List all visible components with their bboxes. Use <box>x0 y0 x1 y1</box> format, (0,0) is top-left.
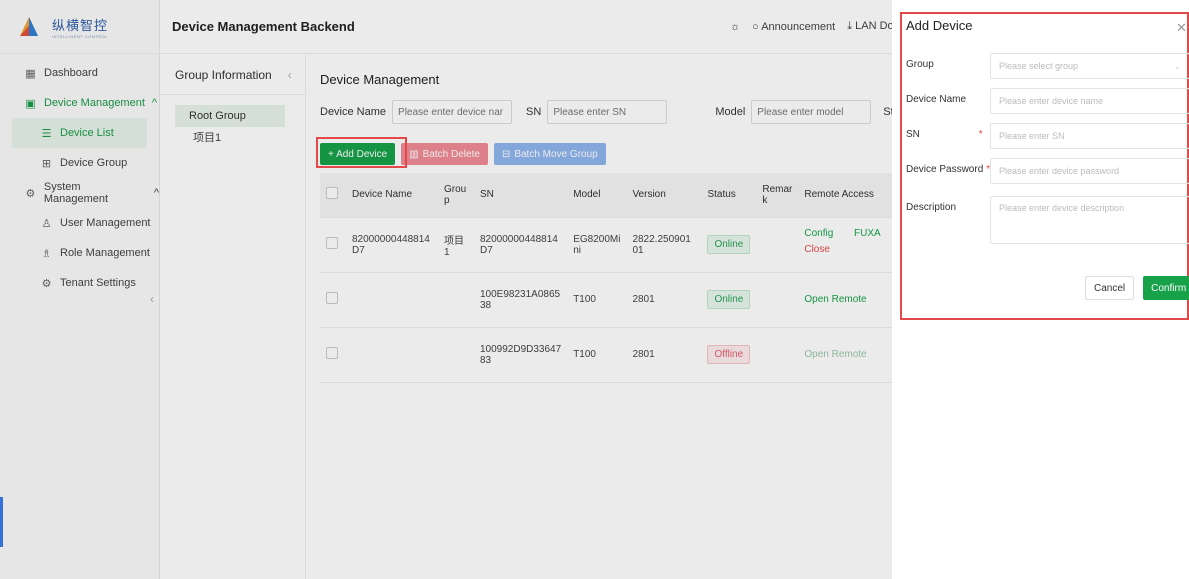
group-select-placeholder: Please select group <box>999 61 1079 71</box>
sn-placeholder: Please enter SN <box>999 131 1065 141</box>
required-mark: * <box>978 129 983 140</box>
device-password-field[interactable]: Please enter device password <box>990 158 1189 184</box>
add-device-highlight <box>316 137 407 168</box>
sn-field[interactable]: Please enter SN <box>990 123 1189 149</box>
sn-label-text: SN <box>906 129 920 140</box>
device-password-label: Device Password * <box>906 158 990 175</box>
group-select[interactable]: Please select group ⌄ <box>990 53 1189 79</box>
device-name-label: Device Name <box>906 94 967 105</box>
drawer-actions: Cancel Confirm <box>1085 276 1189 300</box>
drawer-title: Add Device <box>906 18 973 33</box>
modal-overlay[interactable] <box>0 0 892 579</box>
name-form-row: Device Name Please enter device name <box>906 88 1189 114</box>
sn-label: SN * <box>906 123 990 140</box>
confirm-button[interactable]: Confirm <box>1143 276 1189 300</box>
password-label-text: Device Password <box>906 164 984 175</box>
device-name-field[interactable]: Please enter device name <box>990 88 1189 114</box>
description-textarea[interactable]: Please enter device description <box>990 196 1189 244</box>
chevron-down-icon: ⌄ <box>1173 60 1181 71</box>
password-placeholder: Please enter device password <box>999 166 1120 176</box>
group-label: Group <box>906 59 934 70</box>
description-placeholder: Please enter device description <box>999 203 1125 213</box>
description-form-row: Description Please enter device descript… <box>906 196 1189 244</box>
group-form-row: Group Please select group ⌄ <box>906 53 1189 79</box>
description-label: Description <box>906 202 957 213</box>
cancel-button[interactable]: Cancel <box>1085 276 1135 300</box>
close-icon[interactable]: ✕ <box>1176 20 1187 36</box>
password-form-row: Device Password * Please enter device pas… <box>906 158 1189 184</box>
sn-form-row: SN * Please enter SN <box>906 123 1189 149</box>
device-name-placeholder: Please enter device name <box>999 96 1104 106</box>
